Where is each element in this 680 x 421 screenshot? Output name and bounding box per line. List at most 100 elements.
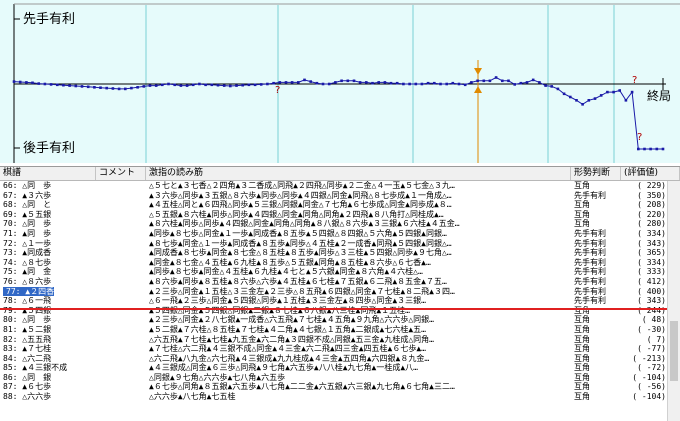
evaluation-point[interactable] (185, 84, 189, 87)
evaluation-point[interactable] (637, 147, 640, 151)
evaluation-point[interactable] (154, 84, 158, 87)
evaluation-point[interactable] (550, 85, 553, 88)
evaluation-point[interactable] (25, 81, 28, 84)
evaluation-point[interactable] (593, 97, 597, 100)
evaluation-point[interactable] (56, 83, 59, 87)
evaluation-point[interactable] (191, 83, 195, 87)
header-principal-variation[interactable]: 激指の読み筋 (146, 167, 571, 180)
kifu-row[interactable]: 81: ▲５二銀 ▲５二銀▲７六桂△８五桂▲７七桂▲４二角▲４七銀△１五角▲二銀成… (0, 325, 680, 335)
evaluation-point[interactable] (457, 82, 461, 86)
evaluation-point[interactable] (278, 81, 282, 84)
evaluation-point[interactable] (525, 81, 529, 84)
evaluation-point[interactable] (544, 84, 547, 87)
evaluation-point[interactable] (562, 92, 566, 96)
evaluation-point[interactable] (358, 81, 362, 84)
evaluation-point[interactable] (371, 81, 374, 85)
evaluation-point[interactable] (216, 83, 220, 87)
kifu-row[interactable]: 70: △同 歩 ▲８六桂▲同歩△同歩▲４四銀△同金▲同角△同角▲８八銀△８六歩▲… (0, 219, 680, 229)
evaluation-point[interactable] (49, 83, 53, 86)
evaluation-point[interactable] (43, 82, 47, 86)
evaluation-point[interactable] (74, 84, 78, 88)
kifu-row[interactable]: 68: △同 と ▲４五桂△同と▲６四飛△同歩▲５三銀△同銀▲同金△７七角▲６七歩… (0, 200, 680, 210)
evaluation-point[interactable] (111, 87, 115, 90)
evaluation-point[interactable] (513, 83, 516, 86)
evaluation-point[interactable] (210, 83, 214, 87)
kifu-list[interactable]: 棋譜 コメント 激指の読み筋 形勢判断 (評価値) 66: △同 歩 △５七と▲３… (0, 166, 680, 421)
kifu-row[interactable]: 82: △五五飛 △六五飛▲７七桂▲七桂▲九五金▲六二角▲３四銀不成△同銀▲五三金… (0, 335, 680, 345)
evaluation-point[interactable] (309, 80, 312, 83)
evaluation-point[interactable] (352, 79, 356, 83)
kifu-row[interactable]: 85: ▲４三銀不成 ▲４三銀成△同金▲６三歩△同飛▲９七角▲六五歩▲八八桂▲九七… (0, 363, 680, 373)
kifu-row[interactable]: 78: △６一飛 △６一飛▲２三歩△同金▲５四銀△同歩▲１五桂▲３三金左▲８四歩△… (0, 296, 680, 306)
kifu-row[interactable]: 74: △８七歩 ▲同金▲８七金△４五桂▲６九桂▲８五歩△５五銀▲同角▲８五桂▲８… (0, 258, 680, 268)
evaluation-point[interactable] (402, 82, 405, 86)
evaluation-point[interactable] (420, 82, 424, 86)
evaluation-point[interactable] (124, 87, 127, 91)
evaluation-point[interactable] (222, 84, 226, 87)
evaluation-point[interactable] (105, 86, 108, 90)
kifu-row[interactable]: 75: ▲同 金 ▲同歩▲８七歩▲同金△４五桂▲６九桂▲４七と▲５六銀▲同金▲８六… (0, 267, 680, 277)
evaluation-point[interactable] (451, 81, 455, 85)
evaluation-point[interactable] (383, 81, 387, 84)
evaluation-point[interactable] (31, 81, 34, 85)
evaluation-point[interactable] (99, 86, 102, 89)
evaluation-point[interactable] (408, 82, 411, 86)
evaluation-point[interactable] (575, 99, 578, 102)
evaluation-point[interactable] (587, 99, 591, 102)
evaluation-point[interactable] (488, 79, 492, 83)
evaluation-point[interactable] (12, 80, 16, 83)
evaluation-point[interactable] (266, 82, 269, 86)
evaluation-point[interactable] (68, 84, 71, 87)
evaluation-point[interactable] (556, 87, 560, 91)
kifu-row[interactable]: 71: ▲同 歩 ▲同歩▲８七歩△同金▲１一歩▲同成香▲８五歩▲５四銀△８四銀△５… (0, 229, 680, 239)
evaluation-point[interactable] (581, 103, 584, 106)
evaluation-point[interactable] (445, 82, 448, 86)
evaluation-point[interactable] (377, 81, 380, 84)
evaluation-point[interactable] (167, 82, 170, 86)
evaluation-point[interactable] (18, 80, 22, 84)
evaluation-point[interactable] (259, 83, 263, 86)
kifu-row[interactable]: 69: ▲５五銀 △５五銀▲８六桂▲同歩△同歩▲４四銀△同金▲同角△同角▲２四飛▲… (0, 210, 680, 220)
evaluation-point[interactable] (630, 90, 634, 94)
evaluation-point[interactable] (80, 85, 84, 88)
evaluation-point[interactable] (136, 86, 139, 89)
evaluation-point[interactable] (173, 83, 176, 87)
kifu-row[interactable]: 72: △１一歩 ▲８七歩▲同金△１一歩▲同成香▲８五歩▲同歩△４五桂▲２一成香▲… (0, 239, 680, 249)
evaluation-point[interactable] (531, 78, 535, 82)
evaluation-point[interactable] (297, 81, 300, 84)
kifu-row[interactable]: 84: △六二飛 △六二飛▲八九金△六七飛▲４三銀成▲九九桂成▲４三金▲五四角▲六… (0, 354, 680, 364)
header-kifu[interactable]: 棋譜 (0, 167, 96, 180)
evaluation-point[interactable] (463, 83, 467, 87)
evaluation-point[interactable] (204, 83, 207, 87)
evaluation-point[interactable] (148, 84, 152, 87)
evaluation-point[interactable] (229, 84, 232, 88)
evaluation-point[interactable] (655, 147, 659, 151)
kifu-row[interactable]: 76: △８六歩 ▲８六歩▲同歩▲８五桂▲８六歩△六歩▲４五桂▲６七桂▲７五銀▲６… (0, 277, 680, 287)
evaluation-point[interactable] (494, 76, 498, 79)
evaluation-point[interactable] (179, 84, 183, 87)
vertical-scrollbar[interactable] (667, 181, 680, 421)
kifu-row[interactable]: 67: ▲３六歩 ▲３六歩△同歩▲３五銀△８六歩▲同歩△同歩▲４四銀△同金▲同飛△… (0, 191, 680, 201)
evaluation-point[interactable] (569, 95, 572, 99)
evaluation-point[interactable] (538, 81, 541, 84)
evaluation-point[interactable] (482, 79, 486, 83)
evaluation-point[interactable] (439, 82, 442, 86)
scrollbar-thumb[interactable] (670, 321, 678, 381)
evaluation-point[interactable] (321, 82, 325, 86)
evaluation-point[interactable] (643, 147, 646, 151)
evaluation-point[interactable] (93, 86, 96, 89)
evaluation-point[interactable] (624, 99, 628, 102)
evaluation-graph[interactable]: 先手有利 後手有利 終局 ? ? ? (0, 0, 680, 163)
kifu-row[interactable]: 80: △同 歩 ▲２三歩△同金▲２八七銀▲一成香△六五飛▲７七桂▲４五角▲９九角… (0, 315, 680, 325)
evaluation-point[interactable] (519, 81, 523, 85)
evaluation-point[interactable] (340, 79, 343, 83)
kifu-row[interactable]: 73: ▲同成香 ▲同成香▲８七歩▲同金▲８七金△８五桂▲８五歩▲同歩△３三桂▲５… (0, 248, 680, 258)
header-evaluation[interactable]: (評価値) (621, 167, 680, 180)
kifu-row[interactable]: 66: △同 歩 △５七と▲３七香△２四角▲３二香成△同飛▲２四飛△同歩▲２二金△… (0, 181, 680, 191)
evaluation-point[interactable] (476, 79, 479, 83)
evaluation-point[interactable] (507, 79, 510, 83)
evaluation-point[interactable] (389, 81, 393, 85)
evaluation-point[interactable] (501, 79, 504, 83)
evaluation-point[interactable] (618, 89, 621, 92)
kifu-row[interactable]: 83: ▲７七桂 ▲７七桂△六二飛▲４三銀不成△同金▲４三金▲六二飛▲四三金▲四五… (0, 344, 680, 354)
